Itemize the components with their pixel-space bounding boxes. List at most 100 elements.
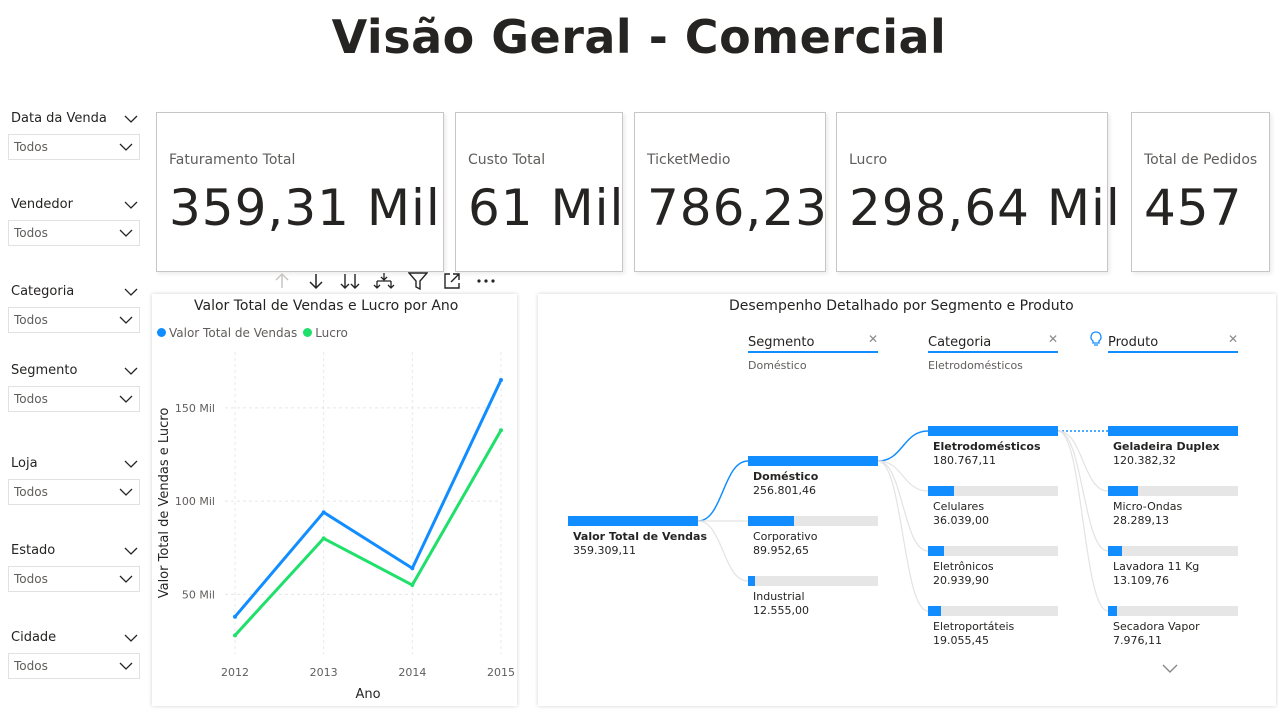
dt-bar-track — [928, 486, 1058, 496]
chevron-down-icon — [119, 488, 133, 496]
card-value: 786,23 — [647, 179, 828, 237]
slicer-value: Todos — [14, 313, 48, 327]
series-line[interactable] — [233, 429, 503, 637]
chevron-down-icon — [119, 316, 133, 324]
card-value: 457 — [1144, 179, 1243, 237]
slicer-dropdown[interactable]: Todos — [8, 653, 140, 679]
card-value: 61 Mil — [468, 179, 625, 237]
dt-node-value: 7.976,11 — [1113, 634, 1162, 647]
legend-item-vendas[interactable]: Valor Total de Vendas — [157, 326, 297, 340]
page-title: Visão Geral - Comercial — [331, 10, 947, 64]
card-label: Total de Pedidos — [1144, 152, 1258, 168]
dt-bar-track — [1108, 546, 1238, 556]
chevron-down-icon[interactable] — [124, 459, 138, 469]
slicer-label: Estado — [11, 543, 56, 558]
legend-dot — [157, 328, 166, 337]
card-ticket-medio[interactable]: TicketMedio 786,23 — [634, 112, 828, 272]
chevron-down-icon[interactable] — [124, 633, 138, 643]
slicer-estado[interactable]: Estado Todos — [8, 542, 142, 592]
chevron-down-icon[interactable] — [124, 114, 138, 124]
expand-hierarchy-icon[interactable] — [372, 269, 396, 293]
dt-bar-fill — [928, 426, 1058, 436]
arrow-down-icon[interactable] — [304, 269, 328, 293]
data-point[interactable] — [233, 614, 237, 619]
y-tick-label: 150 Mil — [175, 402, 215, 415]
x-tick-label: 2014 — [398, 666, 426, 679]
chevron-down-icon — [119, 229, 133, 237]
slicer-loja[interactable]: Loja Todos — [8, 455, 142, 505]
focus-mode-icon[interactable] — [440, 269, 464, 293]
slicer-value: Todos — [14, 392, 48, 406]
dt-bar-track — [1108, 486, 1238, 496]
dt-bar-fill — [1108, 486, 1138, 496]
slicer-value: Todos — [14, 572, 48, 586]
data-point[interactable] — [499, 377, 503, 382]
chevron-down-icon[interactable] — [124, 200, 138, 210]
data-point[interactable] — [321, 536, 326, 541]
slicer-label: Loja — [11, 456, 38, 471]
double-arrow-down-icon[interactable] — [338, 269, 362, 293]
dt-node-label: Eletroportáteis — [933, 620, 1015, 633]
slicer-value: Todos — [14, 659, 48, 673]
dt-node-value: 120.382,32 — [1113, 454, 1176, 467]
data-point[interactable] — [410, 566, 415, 571]
slicer-dropdown[interactable]: Todos — [8, 220, 140, 246]
dt-node-label: Micro-Ondas — [1113, 500, 1183, 513]
more-options-icon[interactable] — [474, 269, 498, 293]
y-tick-label: 50 Mil — [182, 588, 215, 601]
arrow-up-icon[interactable] — [270, 269, 294, 293]
dt-bar-fill — [1108, 606, 1118, 616]
slicer-dropdown[interactable]: Todos — [8, 479, 140, 505]
chevron-down-icon[interactable] — [124, 287, 138, 297]
slicer-dropdown[interactable]: Todos — [8, 134, 140, 160]
filter-icon[interactable] — [406, 269, 430, 293]
slicer-vendedor[interactable]: Vendedor Todos — [8, 196, 142, 246]
dt-node-value: 13.109,76 — [1113, 574, 1169, 587]
x-tick-label: 2015 — [487, 666, 515, 679]
chevron-down-icon[interactable] — [124, 366, 138, 376]
card-label: Lucro — [849, 152, 888, 168]
chevron-down-icon — [119, 662, 133, 670]
dt-link — [877, 460, 929, 612]
data-point[interactable] — [233, 633, 237, 638]
legend-label: Valor Total de Vendas — [169, 326, 298, 340]
slicer-dropdown[interactable]: Todos — [8, 386, 140, 412]
dt-node-value: 359.309,11 — [573, 544, 636, 557]
dt-node-label: Valor Total de Vendas — [573, 530, 708, 543]
dt-bar-fill — [748, 576, 755, 586]
card-value: 298,64 Mil — [849, 179, 1121, 237]
slicer-dropdown[interactable]: Todos — [8, 566, 140, 592]
data-point[interactable] — [499, 428, 503, 433]
slicer-segmento[interactable]: Segmento Todos — [8, 362, 142, 412]
dt-bar-fill — [928, 546, 944, 556]
chevron-down-icon — [119, 143, 133, 151]
line-chart-plot: 2012 2013 2014 2015 50 Mil 100 Mil 150 Mil Ano V… — [157, 352, 515, 702]
chevron-down-icon[interactable] — [124, 546, 138, 556]
card-lucro[interactable]: Lucro 298,64 Mil — [836, 112, 1120, 272]
slicer-label: Vendedor — [11, 197, 73, 212]
dt-link — [1057, 430, 1109, 552]
card-value: 359,31 Mil — [169, 179, 441, 237]
chevron-down-icon[interactable] — [1161, 662, 1179, 674]
slicer-categoria[interactable]: Categoria Todos — [8, 283, 142, 333]
card-total-de-pedidos[interactable]: Total de Pedidos 457 — [1131, 112, 1270, 272]
legend-item-lucro[interactable]: Lucro — [303, 326, 348, 340]
card-faturamento-total[interactable]: Faturamento Total 359,31 Mil — [156, 112, 444, 272]
legend-label: Lucro — [315, 326, 348, 340]
slicer-value: Todos — [14, 226, 48, 240]
dt-bar-track — [1108, 606, 1238, 616]
dt-node-label: Industrial — [753, 590, 805, 603]
dt-bar-track — [748, 516, 878, 526]
chevron-down-icon — [119, 395, 133, 403]
dt-node-value: 19.055,45 — [933, 634, 989, 647]
slicer-dropdown[interactable]: Todos — [8, 307, 140, 333]
data-point[interactable] — [410, 583, 415, 588]
data-point[interactable] — [321, 510, 326, 515]
dt-node-label: Eletrônicos — [933, 560, 994, 573]
x-tick-label: 2013 — [310, 666, 338, 679]
slicer-cidade[interactable]: Cidade Todos — [8, 629, 142, 679]
card-label: Custo Total — [468, 152, 546, 168]
card-custo-total[interactable]: Custo Total 61 Mil — [455, 112, 623, 272]
dt-link — [1057, 430, 1109, 492]
slicer-data-da-venda[interactable]: Data da Venda Todos — [8, 110, 142, 160]
